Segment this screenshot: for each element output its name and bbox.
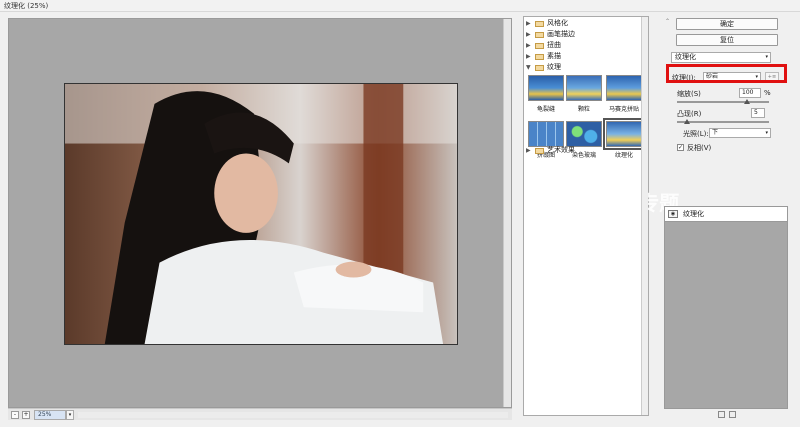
folder-open-icon: [535, 64, 544, 71]
folder-icon: [535, 53, 544, 60]
filter-thumbnail[interactable]: 龟裂缝: [526, 75, 566, 113]
filter-gallery: ▶ 风格化 ▶ 画笔描边 ▶ 扭曲 ▶ 素描 ▼ 纹理 龟裂缝 颗粒 马赛克拼贴…: [523, 16, 679, 416]
scaling-input[interactable]: 100: [739, 88, 761, 98]
relief-input[interactable]: 5: [751, 108, 765, 118]
preview-image[interactable]: [64, 83, 458, 345]
folder-icon: [535, 31, 544, 38]
zoom-out-button[interactable]: -: [11, 411, 19, 419]
light-label: 光照(L):: [683, 130, 709, 138]
invert-checkbox[interactable]: ✓: [677, 144, 684, 151]
gallery-category-row[interactable]: ▶ 风格化: [526, 18, 640, 29]
gallery-category-row[interactable]: ▶ 扭曲: [526, 40, 640, 51]
filter-thumbnail-image: [603, 118, 645, 150]
filter-thumbnail-image: [528, 121, 564, 147]
watermark-brand: POCO 摄影专题: [529, 191, 680, 215]
eye-icon[interactable]: ◉: [668, 210, 678, 218]
gallery-category-row[interactable]: ▶ 画笔描边: [526, 29, 640, 40]
gallery-category-row[interactable]: ▶ 素描: [526, 51, 640, 62]
invert-label: 反相(V): [687, 144, 712, 152]
preview-status-bar: - + 25% ▾: [8, 408, 512, 420]
preview-area[interactable]: [8, 18, 512, 408]
scaling-unit: %: [764, 89, 771, 97]
collapsed-arrow-icon: ▶: [526, 53, 531, 60]
zoom-level-field[interactable]: 25%: [34, 410, 66, 420]
relief-label: 凸现(R): [677, 110, 702, 118]
chevron-down-icon: ▾: [765, 130, 768, 136]
scaling-slider-thumb[interactable]: [744, 99, 750, 104]
filter-thumbnail-label: 颗粒: [577, 106, 590, 113]
light-value: 下: [712, 129, 719, 136]
folder-icon: [535, 42, 544, 49]
collapsed-arrow-icon: ▶: [526, 20, 531, 27]
filter-thumbnail-label: 马赛克拼贴: [608, 106, 639, 113]
filter-options: 纹理(I): 砂岩 ▾ +≡ 缩放(S) 100 % 凸现(R) 5 光照(L)…: [669, 66, 787, 181]
category-label: 扭曲: [547, 41, 561, 49]
window-title: 纹理化 (25%): [4, 2, 49, 10]
gallery-scrollbar[interactable]: [641, 17, 648, 415]
scaling-slider[interactable]: [677, 99, 769, 104]
effect-layer-label: 纹理化: [683, 210, 704, 218]
filter-thumbnail[interactable]: 颗粒: [564, 75, 604, 113]
window-title-bar: 纹理化 (25%): [0, 0, 800, 12]
filter-thumbnail-image: [566, 75, 602, 101]
category-label: 画笔描边: [547, 30, 575, 38]
light-select[interactable]: 下 ▾: [709, 128, 771, 138]
highlight-annotation-box: [666, 64, 787, 83]
collapsed-arrow-icon: ▶: [526, 147, 531, 154]
watermark-url: http://photo.poco.cn/: [529, 218, 613, 227]
filter-thumbnail-image: [606, 75, 642, 101]
category-label: 素描: [547, 52, 561, 60]
chevron-down-icon: ▾: [765, 54, 768, 60]
category-label: 纹理: [547, 63, 561, 71]
reset-button[interactable]: 复位: [676, 34, 778, 46]
folder-icon: [535, 147, 544, 154]
ok-button[interactable]: 确定: [676, 18, 778, 30]
expanded-arrow-icon: ▼: [526, 64, 531, 71]
delete-layer-icon[interactable]: [729, 411, 736, 418]
zoom-dropdown-button[interactable]: ▾: [66, 410, 74, 420]
filter-type-select[interactable]: 纹理化 ▾: [671, 52, 771, 63]
effect-layer-item[interactable]: ◉ 纹理化: [665, 207, 787, 222]
zoom-in-button[interactable]: +: [22, 411, 30, 419]
collapse-icon[interactable]: ⌃: [665, 18, 670, 25]
filter-thumbnail-label: 龟裂缝: [536, 106, 555, 113]
folder-icon: [535, 20, 544, 27]
preview-vertical-scrollbar[interactable]: [503, 19, 511, 407]
filter-thumbnail-image: [528, 75, 564, 101]
gallery-category-row[interactable]: ▼ 纹理: [526, 62, 640, 73]
filter-controls-panel: ⌃ 确定 复位 纹理化 ▾ 纹理(I): 砂岩 ▾ +≡ 缩放(S) 100 %…: [656, 16, 798, 421]
scaling-label: 缩放(S): [677, 90, 701, 98]
preview-horizontal-scrollbar[interactable]: [78, 412, 508, 418]
preview-photo: [65, 84, 457, 344]
watermark: POCO 摄影专题 http://photo.poco.cn/: [529, 187, 680, 227]
relief-slider[interactable]: [677, 119, 769, 124]
collapsed-arrow-icon: ▶: [526, 31, 531, 38]
new-layer-icon[interactable]: [718, 411, 725, 418]
filter-thumbnail[interactable]: 马赛克拼贴: [604, 75, 644, 113]
filter-type-value: 纹理化: [675, 53, 696, 61]
filter-thumbnail-image: [566, 121, 602, 147]
effect-layers-panel: ◉ 纹理化: [664, 206, 788, 409]
collapsed-arrow-icon: ▶: [526, 42, 531, 49]
relief-slider-thumb[interactable]: [684, 119, 691, 124]
category-label: 风格化: [547, 19, 568, 27]
category-label: 艺术效果: [547, 146, 575, 154]
gallery-category-row[interactable]: ▶ 艺术效果: [526, 145, 640, 156]
